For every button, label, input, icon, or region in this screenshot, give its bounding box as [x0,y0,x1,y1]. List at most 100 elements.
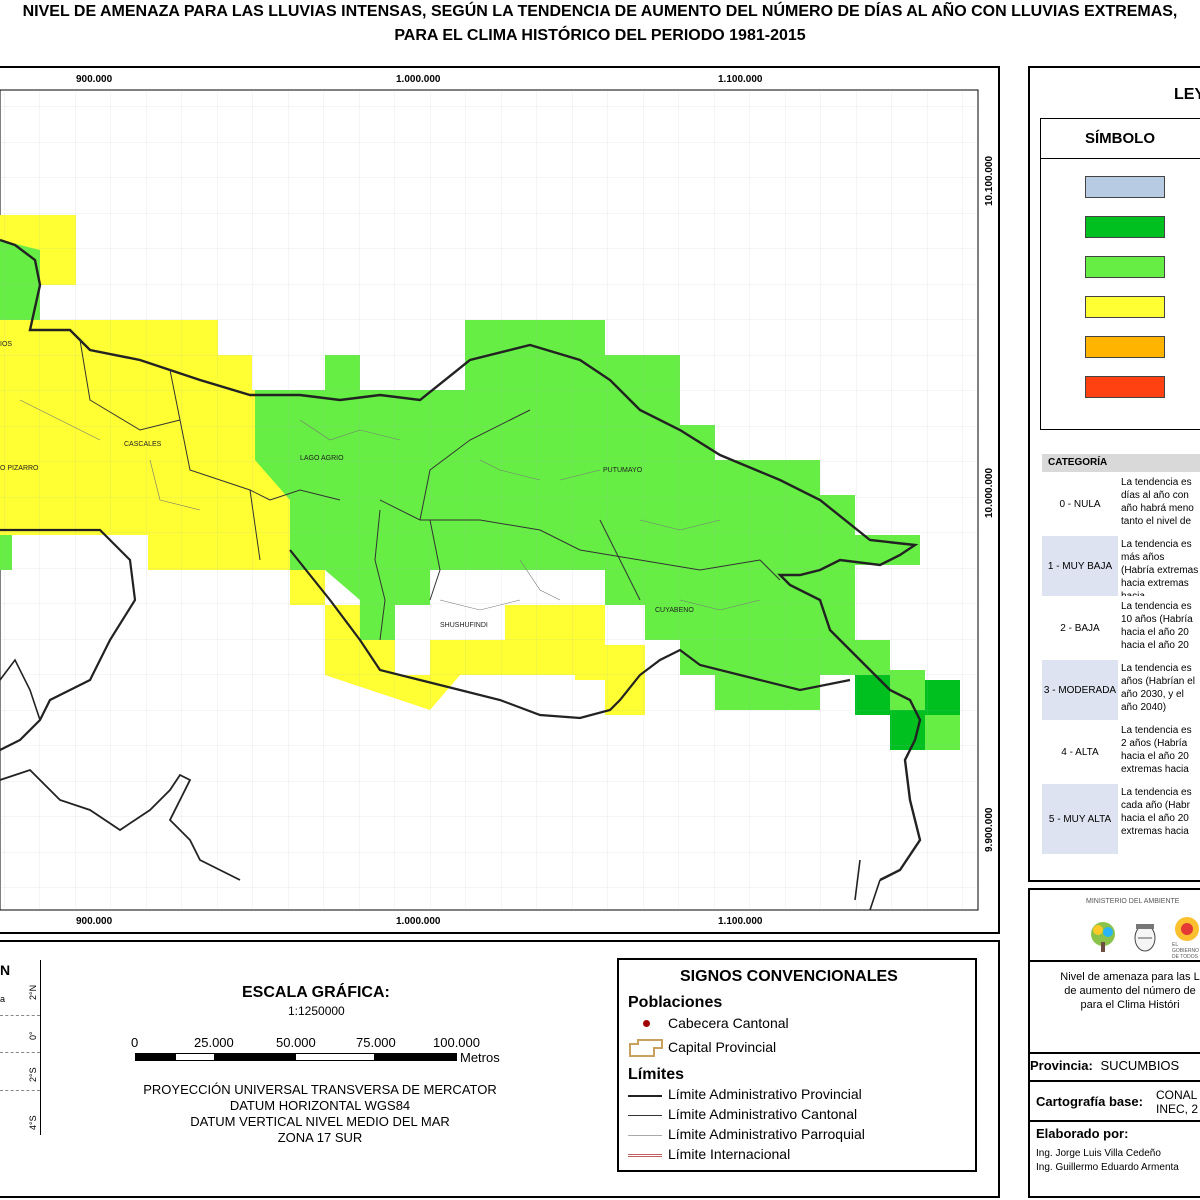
inset-side-label: a [0,994,6,1004]
inset-lines [0,1015,40,1016]
legend-swatch-muy-baja [1085,216,1165,238]
info-desc-line-3: para el Clima Históri [1080,999,1180,1011]
y-tick-1: 10.100.000 [984,155,995,206]
ecuador-coat-of-arms-logo [1134,924,1156,952]
line-cantonal-icon [628,1115,662,1116]
signs-cantonal: Límite Administrativo Cantonal [668,1106,858,1122]
signs-title: SIGNOS CONVENCIONALES [680,968,898,985]
provincia-value: SUCUMBIOS [1100,1058,1180,1073]
inset-lat-3: 2°S [28,1067,38,1082]
signs-internacional: Límite Internacional [668,1146,791,1162]
category-name: 2 - BAJA [1060,622,1100,634]
scale-unit: Metros [460,1050,500,1065]
capital-icon [629,1039,663,1057]
category-name: 5 - MUY ALTA [1048,813,1112,825]
carto-label: Cartografía base: [1036,1094,1143,1109]
provincia-label: Provincia: [1030,1058,1093,1073]
category-row-4: 4 - ALTA La tendencia es 2 años (Habría … [1042,722,1200,782]
y-tick-2: 10.000.000 [984,467,995,518]
legend-swatch-moderada [1085,296,1165,318]
place-label-lago-agrio: LAGO AGRIO [300,455,344,462]
x-tick-top-2: 1.000.000 [396,74,441,85]
inset-lat-4: 4°S [28,1115,38,1130]
place-label-putumayo: PUTUMAYO [603,467,643,474]
scale-title: ESCALA GRÁFICA: [242,984,390,1001]
category-desc: La tendencia es cada año (Habr hacia el … [1118,784,1200,854]
category-name: 1 - MUY BAJA [1047,560,1113,572]
category-desc: La tendencia es más años (Habría extrema… [1118,536,1200,596]
inset-lat-1: 2°N [28,984,38,1000]
info-divider-2 [1030,1052,1200,1054]
title-line-1: NIVEL DE AMENAZA PARA LAS LLUVIAS INTENS… [22,3,1178,20]
category-name: 4 - ALTA [1061,746,1099,758]
category-name: 0 - NULA [1059,498,1101,510]
y-tick-3: 9.900.000 [984,807,995,853]
provincia-row: Provincia: SUCUMBIOS [1030,1058,1179,1073]
inset-north-label: N [0,962,11,978]
map-title: NIVEL DE AMENAZA PARA LAS LLUVIAS INTENS… [0,0,1200,48]
scale-bar-seg-4 [295,1053,375,1061]
category-desc: La tendencia es 10 años (Habría hacia el… [1121,601,1193,651]
line-provincial-icon [628,1095,662,1097]
projection-line-2: DATUM HORIZONTAL WGS84 [229,1098,411,1113]
gobierno-label: EL GOBIERNO DE TODOS [1172,942,1199,960]
category-row-3: 3 - MODERADA La tendencia es años (Habrí… [1042,660,1200,720]
category-name: 3 - MODERADA [1043,684,1117,696]
scale-bar-seg-3 [215,1053,295,1061]
info-divider-3 [1030,1080,1200,1082]
category-desc: La tendencia es 2 años (Habría hacia el … [1121,725,1192,775]
scale-bar-seg-1 [135,1053,175,1061]
legend-symbol-header-line [1040,158,1200,159]
scale-tick-2: 50.000 [276,1035,316,1050]
signs-parroquial: Límite Administrativo Parroquial [668,1126,865,1142]
legend-heading: LEY [1174,86,1200,103]
signs-capital: Capital Provincial [668,1039,777,1055]
info-description: Nivel de amenaza para las L de aumento d… [1030,970,1200,1012]
line-internacional-icon [628,1154,662,1157]
info-desc-line-2: de aumento del número de [1064,985,1196,997]
scale-tick-1: 25.000 [194,1035,234,1050]
elaborado-label: Elaborado por: [1036,1126,1129,1141]
inset-lat-2: 0° [28,1031,38,1040]
category-row-0: 0 - NULA La tendencia es días al año con… [1042,474,1200,534]
x-tick-bottom-3: 1.100.000 [718,916,763,927]
signs-poblaciones: Poblaciones [628,994,723,1011]
place-label-ios: IOS [0,341,13,348]
scale-tick-4: 100.000 [433,1035,480,1050]
category-desc: La tendencia es años (Habrían el año 203… [1118,660,1200,720]
gobierno-logo [1175,917,1199,941]
signs-provincial: Límite Administrativo Provincial [668,1086,862,1102]
legend-swatch-muy-alta [1085,376,1165,398]
category-row-1: 1 - MUY BAJA La tendencia es más años (H… [1042,536,1200,596]
carto-value-2: INEC, 2 [1156,1102,1199,1116]
place-label-cascales: CASCALES [124,441,162,448]
category-header: CATEGORÍA [1042,454,1200,472]
x-tick-top-1: 900.000 [76,74,113,85]
legend-swatch-baja [1085,256,1165,278]
place-label-shushufindi: SHUSHUFINDI [440,622,488,629]
author-1: Ing. Jorge Luis Villa Cedeño [1036,1148,1161,1159]
legend-symbol-col: SÍMBOLO [1085,130,1155,147]
projection-line-1: PROYECCIÓN UNIVERSAL TRANSVERSA DE MERCA… [143,1082,497,1097]
scale-ratio: 1:1250000 [288,1004,345,1018]
ministry-tree-logo [1091,922,1115,952]
info-divider-1 [1030,960,1200,962]
line-parroquial-icon [628,1135,662,1136]
projection-info: PROYECCIÓN UNIVERSAL TRANSVERSA DE MERCA… [100,1082,540,1146]
signs-limites: Límites [628,1066,685,1083]
x-tick-bottom-1: 900.000 [76,916,113,927]
place-label-cuyabeno: CUYABENO [655,607,694,614]
carto-value-1: CONAL [1156,1088,1198,1102]
map-frame [0,66,1000,934]
category-row-2: 2 - BAJA La tendencia es 10 años (Habría… [1042,598,1200,658]
projection-line-3: DATUM VERTICAL NIVEL MEDIO DEL MAR [190,1114,450,1129]
ministry-label: MINISTERIO DEL AMBIENTE [1086,898,1180,905]
author-2: Ing. Guillermo Eduardo Armenta [1036,1162,1179,1173]
title-line-2: PARA EL CLIMA HISTÓRICO DEL PERIODO 1981… [394,27,806,44]
x-tick-top-3: 1.100.000 [718,74,763,85]
legend-swatch-alta [1085,336,1165,358]
category-row-5: 5 - MUY ALTA La tendencia es cada año (H… [1042,784,1200,854]
place-label-pizarro: O PIZARRO [0,465,39,472]
scale-bar-seg-2 [175,1053,215,1061]
cabecera-icon [643,1020,650,1027]
